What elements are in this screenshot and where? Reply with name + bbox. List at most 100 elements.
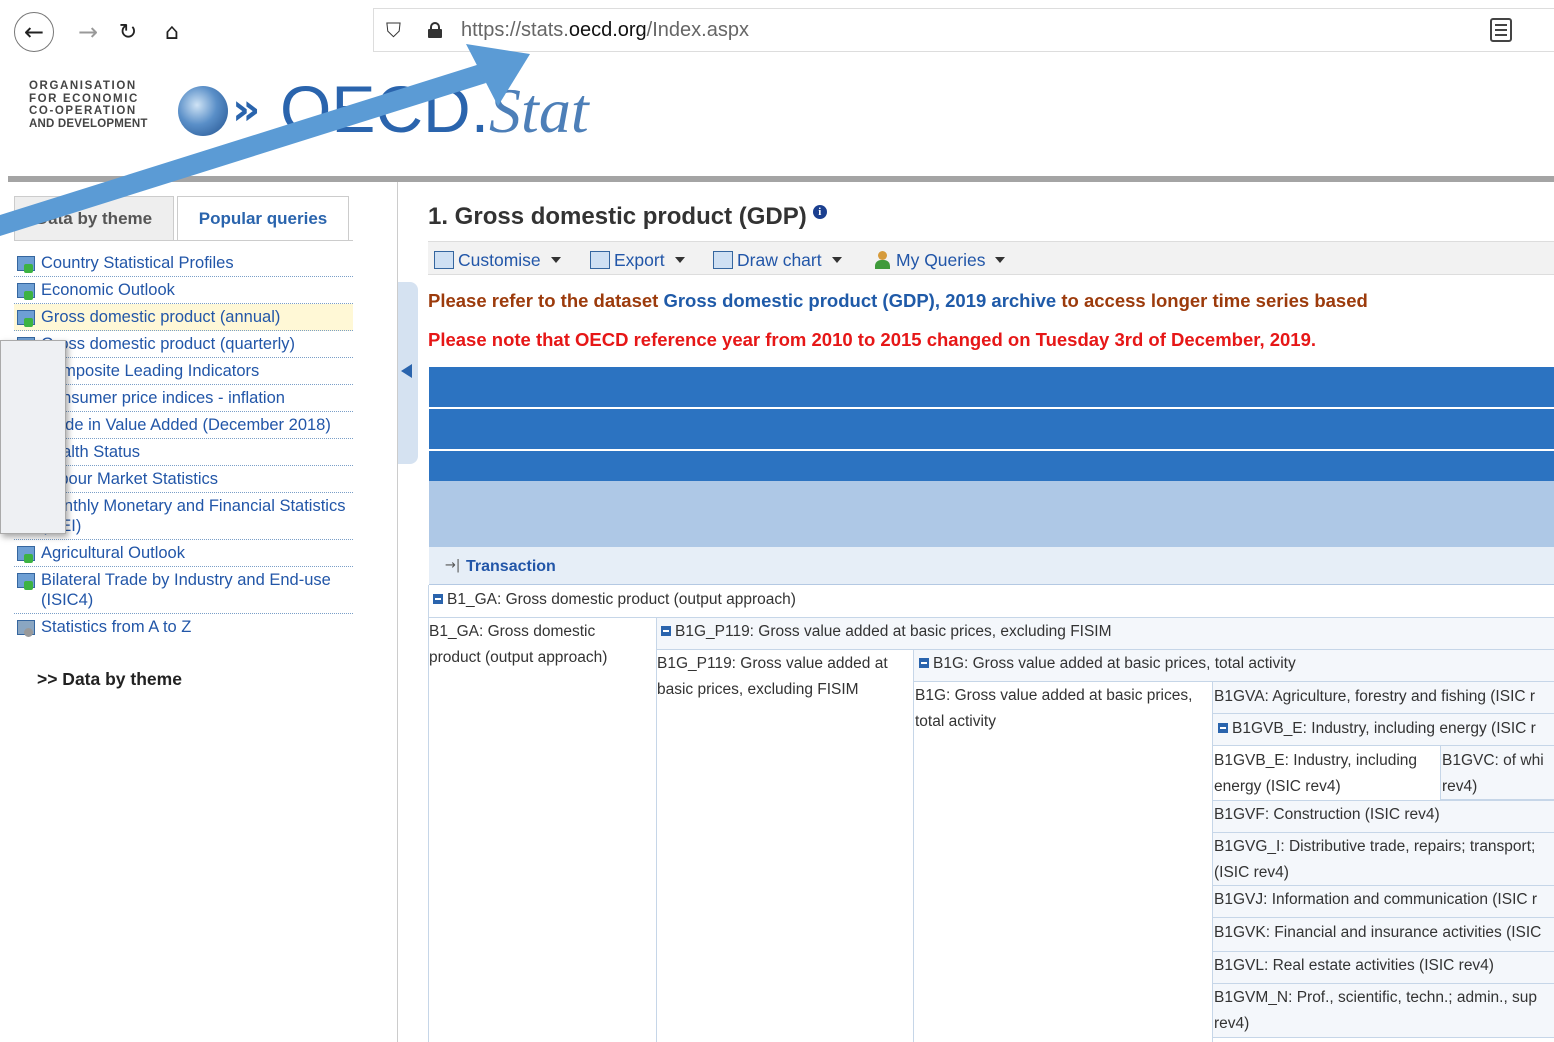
forward-button[interactable]: → bbox=[68, 12, 108, 52]
org-line: ORGANISATION bbox=[29, 80, 137, 92]
query-item[interactable]: Gross domestic product (annual) bbox=[14, 304, 353, 331]
dropdown-caret-icon bbox=[674, 257, 685, 263]
row-header-b1gp119[interactable]: B1G_P119: Gross value added at basic pri… bbox=[661, 619, 1112, 645]
url-path: /Index.aspx bbox=[646, 19, 749, 41]
query-item[interactable]: Agricultural Outlook bbox=[14, 540, 353, 567]
query-label: Statistics from A to Z bbox=[41, 618, 192, 636]
dataset-icon bbox=[17, 256, 35, 273]
query-label: Composite Leading Indicators bbox=[41, 362, 260, 380]
info-icon[interactable]: i bbox=[812, 205, 827, 219]
oecd-globe-logo-icon bbox=[178, 86, 228, 136]
collapse-minus-icon[interactable] bbox=[1218, 723, 1228, 733]
data-by-theme-link[interactable]: >> Data by theme bbox=[37, 669, 182, 690]
row-header-b1g[interactable]: B1G: Gross value added at basic prices, … bbox=[919, 651, 1296, 677]
browser-toolbar: ← → ↻ ⌂ ⛉ https://stats.oecd.org/Index.a… bbox=[0, 0, 1554, 62]
dataset-toolbar: Customise Export Draw chart My Queries bbox=[428, 241, 1554, 275]
cell-line: energy (ISIC rev4) bbox=[1214, 778, 1341, 795]
url-domain: oecd.org bbox=[568, 19, 647, 41]
cell-line: B1G_P119: Gross value added at bbox=[657, 655, 888, 672]
home-icon: ⌂ bbox=[165, 19, 179, 45]
chart-icon bbox=[713, 251, 733, 269]
page-title-text: 1. Gross domestic product (GDP) bbox=[428, 203, 807, 230]
customise-label: Customise bbox=[458, 250, 541, 270]
query-label: Labour Market Statistics bbox=[41, 470, 218, 488]
oecd-chevron-logo-icon: » bbox=[232, 84, 261, 135]
lock-icon[interactable] bbox=[426, 22, 444, 38]
transaction-label[interactable]: Transaction bbox=[466, 558, 556, 576]
query-label: Bilateral Trade by Industry and End-use … bbox=[41, 571, 331, 609]
row-header-b1gvmn[interactable]: B1GVM_N: Prof., scientific, techn.; admi… bbox=[1214, 985, 1537, 1037]
draw-chart-button[interactable]: Draw chart bbox=[713, 250, 842, 271]
query-item[interactable]: Economic Outlook bbox=[14, 277, 353, 304]
collapse-panel-handle[interactable] bbox=[398, 282, 418, 464]
b1g-cell: B1G: Gross value added at basic prices, t… bbox=[915, 683, 1192, 735]
statistics-a-to-z-icon bbox=[17, 620, 35, 637]
cell-line: B1GVB_E: Industry, including bbox=[1214, 752, 1418, 769]
dataset-icon bbox=[17, 546, 35, 563]
archive-notice: Please refer to the dataset Gross domest… bbox=[428, 290, 1368, 312]
org-line: FOR ECONOMIC bbox=[29, 92, 139, 105]
row-header-b1gvgi[interactable]: B1GVG_I: Distributive trade, repairs; tr… bbox=[1214, 834, 1535, 886]
tracking-shield-icon[interactable]: ⛉ bbox=[386, 18, 401, 42]
row-header-b1gvk[interactable]: B1GVK: Financial and insurance activitie… bbox=[1214, 920, 1541, 946]
url-text[interactable]: https://stats.oecd.org/Index.aspx bbox=[461, 19, 749, 42]
cell-line: B1G: Gross value added at basic prices, bbox=[915, 687, 1193, 704]
reader-view-icon[interactable] bbox=[1490, 18, 1512, 42]
page-title: 1. Gross domestic product (GDP) i bbox=[428, 203, 827, 231]
cell-line: product (output approach) bbox=[429, 649, 608, 666]
query-item[interactable]: Bilateral Trade by Industry and End-use … bbox=[14, 567, 353, 614]
b1gvc-cell[interactable]: B1GVC: of whi rev4) bbox=[1442, 748, 1544, 800]
reload-icon: ↻ bbox=[118, 19, 138, 45]
cell-line: rev4) bbox=[1214, 1015, 1250, 1032]
brand-main: OECD bbox=[280, 72, 471, 146]
cell-line: B1GVC: of whi bbox=[1442, 752, 1544, 769]
my-queries-button[interactable]: My Queries bbox=[874, 250, 1006, 271]
draw-chart-label: Draw chart bbox=[737, 250, 822, 270]
dataset-icon bbox=[17, 283, 35, 300]
table-header-row bbox=[429, 451, 1554, 481]
row-header-label: B1G: Gross value added at basic prices, … bbox=[933, 655, 1296, 672]
query-label: Country Statistical Profiles bbox=[41, 254, 234, 272]
oecd-org-name: ORGANISATION FOR ECONOMIC CO-OPERATION A… bbox=[29, 80, 148, 130]
hover-popup bbox=[0, 340, 66, 534]
collapse-minus-icon[interactable] bbox=[919, 658, 929, 668]
collapse-minus-icon[interactable] bbox=[433, 594, 443, 604]
query-label: Gross domestic product (annual) bbox=[41, 308, 281, 326]
export-icon bbox=[590, 251, 610, 269]
row-header-b1gvbe[interactable]: B1GVB_E: Industry, including energy (ISI… bbox=[1218, 716, 1536, 742]
pivot-arrow-icon[interactable]: →| bbox=[445, 558, 460, 573]
query-label: Agricultural Outlook bbox=[41, 544, 185, 562]
query-item[interactable]: Statistics from A to Z bbox=[14, 614, 353, 640]
row-header-b1ga[interactable]: B1_GA: Gross domestic product (output ap… bbox=[433, 587, 796, 613]
b1gvbe-cell: B1GVB_E: Industry, including energy (ISIC… bbox=[1214, 748, 1417, 800]
dropdown-caret-icon bbox=[550, 257, 561, 263]
customise-button[interactable]: Customise bbox=[434, 250, 561, 271]
row-header-b1gvf[interactable]: B1GVF: Construction (ISIC rev4) bbox=[1214, 802, 1440, 828]
table-header-row bbox=[429, 367, 1554, 407]
b1gp119-cell: B1G_P119: Gross value added at basic pric… bbox=[657, 651, 888, 703]
tab-popular-queries[interactable]: Popular queries bbox=[177, 196, 349, 240]
export-button[interactable]: Export bbox=[590, 250, 685, 271]
forward-arrow-icon: → bbox=[77, 18, 99, 46]
query-label: Monthly Monetary and Financial Statistic… bbox=[41, 497, 346, 535]
row-header-b1gvl[interactable]: B1GVL: Real estate activities (ISIC rev4… bbox=[1214, 953, 1494, 979]
dropdown-caret-icon bbox=[831, 257, 842, 263]
reload-button[interactable]: ↻ bbox=[108, 12, 148, 52]
row-header-b1gvj[interactable]: B1GVJ: Information and communication (IS… bbox=[1214, 887, 1537, 913]
row-header-b1gva[interactable]: B1GVA: Agriculture, forestry and fishing… bbox=[1214, 684, 1535, 710]
query-item[interactable]: Country Statistical Profiles bbox=[14, 250, 353, 277]
back-button[interactable]: ← bbox=[14, 12, 54, 52]
notice-text: to access longer time series based bbox=[1061, 290, 1368, 311]
tab-data-by-theme[interactable]: Data by theme bbox=[14, 196, 174, 240]
cell-line: B1GVM_N: Prof., scientific, techn.; admi… bbox=[1214, 989, 1538, 1006]
cell-line: basic prices, excluding FISIM bbox=[657, 681, 859, 698]
cell-line: B1_GA: Gross domestic bbox=[429, 623, 596, 640]
home-button[interactable]: ⌂ bbox=[152, 12, 192, 52]
query-label: Consumer price indices - inflation bbox=[41, 389, 285, 407]
row-header-label: B1GVB_E: Industry, including energy (ISI… bbox=[1232, 720, 1536, 737]
transaction-dimension-row: →| Transaction bbox=[429, 547, 1554, 585]
collapse-minus-icon[interactable] bbox=[661, 626, 671, 636]
oecd-stat-logo[interactable]: OECD.Stat bbox=[280, 74, 589, 146]
archive-dataset-link[interactable]: Gross domestic product (GDP), 2019 archi… bbox=[663, 290, 1056, 311]
reference-year-notice: Please note that OECD reference year fro… bbox=[428, 329, 1317, 350]
